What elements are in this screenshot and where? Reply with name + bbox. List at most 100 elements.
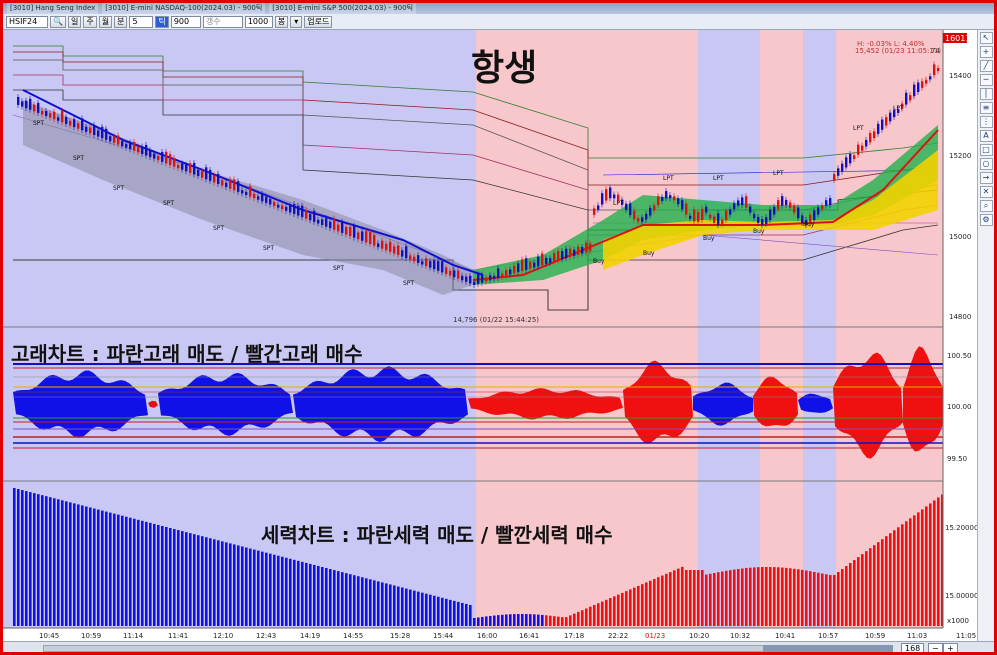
interval-select[interactable]: 5 xyxy=(129,15,154,28)
count-input[interactable]: 1000 xyxy=(244,15,273,28)
candle-body xyxy=(213,175,216,183)
rectangle-tool-icon[interactable]: □ xyxy=(979,144,993,156)
force-bar xyxy=(253,549,256,626)
candle-body xyxy=(613,194,616,199)
force-bar xyxy=(653,579,656,626)
ellipse-tool-icon[interactable]: ○ xyxy=(979,158,993,170)
drawing-toolbar: ↖ + ╱ ─ │ ≡ ⋮ A □ ○ → ✕ ⌕ ⚙ xyxy=(977,30,994,643)
candle-body xyxy=(697,212,700,222)
chart-type-select[interactable]: 갱수 xyxy=(202,15,243,28)
force-bar xyxy=(805,570,808,626)
zoom-out-icon[interactable]: − xyxy=(928,643,943,652)
force-bar xyxy=(189,533,192,626)
candle-body xyxy=(217,173,220,184)
force-bar xyxy=(777,567,780,626)
force-bar xyxy=(65,501,68,626)
candle-body xyxy=(301,205,304,218)
interval-minute-button[interactable]: 분 xyxy=(114,15,128,28)
interval-tick-button[interactable]: 틱 xyxy=(155,15,169,28)
candle-body xyxy=(633,210,636,220)
candle-body xyxy=(129,142,132,150)
interval-day-button[interactable]: 일 xyxy=(67,15,82,28)
signal-label: SPT xyxy=(263,245,274,252)
chevron-down-icon[interactable]: ▾ xyxy=(290,15,303,28)
candle-body xyxy=(869,133,872,143)
force-bar xyxy=(741,568,744,626)
time-tick-label: 10:32 xyxy=(730,632,750,640)
candle-body xyxy=(257,196,260,200)
update-button[interactable]: 업로드 xyxy=(304,15,333,28)
force-bar xyxy=(637,585,640,626)
settings-icon[interactable]: ⚙ xyxy=(979,214,993,226)
zoom-icon[interactable]: ⌕ xyxy=(979,200,993,212)
candle-body xyxy=(81,118,84,131)
candle-body xyxy=(797,207,800,219)
zoom-in-icon[interactable]: + xyxy=(943,643,958,652)
text-tool-icon[interactable]: A xyxy=(979,130,993,142)
arrow-tool-icon[interactable]: → xyxy=(979,172,993,184)
force-bar xyxy=(425,593,428,626)
candle-body xyxy=(357,232,360,240)
candle-body xyxy=(49,113,52,118)
signal-label: SPT xyxy=(213,225,224,232)
force-bar xyxy=(717,572,720,626)
tick-count-select[interactable]: 900 xyxy=(170,15,201,28)
force-bar xyxy=(753,567,756,626)
search-icon[interactable]: 🔍 xyxy=(50,15,66,28)
candle-body xyxy=(225,182,228,188)
signal-label: SPT xyxy=(403,280,414,287)
scroll-value[interactable]: 168 xyxy=(901,643,925,652)
candle-body xyxy=(141,146,144,154)
force-bar xyxy=(901,524,904,626)
candle-body xyxy=(425,258,428,267)
candle-body xyxy=(817,207,820,215)
horizontal-line-icon[interactable]: ─ xyxy=(979,74,993,86)
candle-body xyxy=(381,240,384,249)
candle-body xyxy=(337,224,340,232)
candle-body xyxy=(277,204,280,208)
force-bar xyxy=(201,536,204,626)
candle-body xyxy=(197,169,200,177)
force-bar xyxy=(569,615,572,626)
chart-area[interactable]: SPT SPT SPT SPT SPT SPT SPT SPT LPT LPT LPT LPT LPT L… xyxy=(3,30,977,641)
crosshair-icon[interactable]: + xyxy=(979,46,993,58)
scroll-bar[interactable]: 168 − + xyxy=(3,641,994,652)
candle-body xyxy=(829,198,832,206)
force-bar xyxy=(477,617,480,626)
signal-label: LPT xyxy=(613,200,624,207)
signal-label: SPT xyxy=(163,200,174,207)
window-tab[interactable]: [3010] E-mini S&P 500(2024.03) - 900틱 xyxy=(269,3,417,14)
line-tool-icon[interactable]: ╱ xyxy=(979,60,993,72)
vertical-line-icon[interactable]: │ xyxy=(979,88,993,100)
eraser-icon[interactable]: ✕ xyxy=(979,186,993,198)
fibonacci-icon[interactable]: ⋮ xyxy=(979,116,993,128)
window-tab[interactable]: [3010] Hang Seng Index xyxy=(7,3,99,14)
force-bar xyxy=(849,563,852,626)
candle-body xyxy=(649,207,652,216)
symbol-input[interactable]: HSIF24 xyxy=(6,15,48,28)
interval-week-button[interactable]: 주 xyxy=(83,15,97,28)
channel-tool-icon[interactable]: ≡ xyxy=(979,102,993,114)
force-bar xyxy=(61,500,64,626)
force-bar xyxy=(229,543,232,626)
force-bar xyxy=(545,615,548,626)
arrow-cursor-icon[interactable]: ↖ xyxy=(979,32,993,44)
force-bar xyxy=(249,548,252,626)
candle-body xyxy=(145,144,148,156)
window-tab[interactable]: [3010] E-mini NASDAQ-100(2024.03) - 900틱 xyxy=(102,3,266,14)
force-bar xyxy=(205,537,208,626)
force-bar xyxy=(821,573,824,626)
force-bar xyxy=(677,568,680,626)
candle-body xyxy=(553,253,556,262)
interval-month-button[interactable]: 월 xyxy=(98,15,113,28)
candle-body xyxy=(297,205,300,216)
candle-body xyxy=(709,214,712,219)
window-tabs: [3010] Hang Seng Index [3010] E-mini NAS… xyxy=(3,3,994,14)
force-bar xyxy=(705,574,708,626)
candle-body xyxy=(445,267,448,274)
candle-body xyxy=(121,141,124,147)
force-bar xyxy=(801,569,804,626)
candle-body xyxy=(725,210,728,221)
scroll-thumb[interactable] xyxy=(763,645,893,652)
force-bar xyxy=(661,575,664,626)
